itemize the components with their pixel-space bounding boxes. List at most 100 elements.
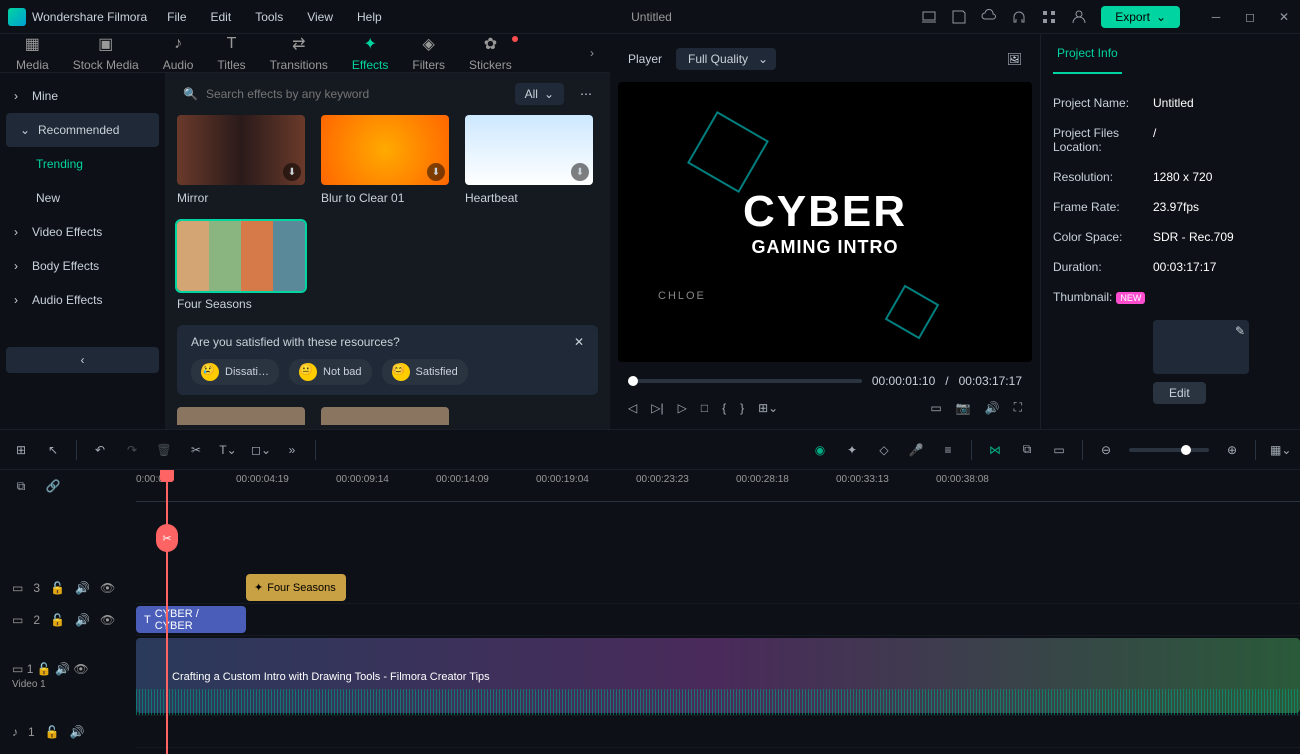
menu-tools[interactable]: Tools [255, 10, 283, 24]
effect-card[interactable]: ⬇ Blur to Clear 01 [321, 115, 449, 205]
progress-knob[interactable] [628, 376, 638, 386]
menu-view[interactable]: View [307, 10, 333, 24]
pencil-icon[interactable]: ✎ [1235, 324, 1245, 338]
download-icon[interactable]: ⬇ [427, 163, 445, 181]
sidebar-sub-new[interactable]: New [0, 181, 165, 215]
delete-button[interactable]: 🗑 [155, 443, 173, 457]
maximize-button[interactable]: ◻ [1242, 9, 1258, 25]
scissors-handle[interactable]: ✂ [156, 524, 178, 552]
volume-icon[interactable]: 🔊 [985, 401, 1000, 415]
play-button[interactable]: ▷ [678, 401, 687, 415]
mark-in-button[interactable]: { [722, 401, 726, 415]
shield-icon[interactable]: ◇ [875, 443, 893, 457]
video-preview[interactable]: CYBER GAMING INTRO CHLOE [618, 82, 1032, 362]
playhead[interactable]: ✂ [166, 470, 168, 754]
lock-icon[interactable]: 🔓 [50, 581, 65, 595]
project-info-tab[interactable]: Project Info [1053, 34, 1122, 74]
sidebar-item-recommended[interactable]: ⌄Recommended [6, 113, 159, 147]
sidebar-item-audio-effects[interactable]: ›Audio Effects [0, 283, 165, 317]
effect-card[interactable]: ⬇ Mirror [177, 115, 305, 205]
tab-media[interactable]: ▦Media [4, 34, 61, 72]
prev-frame-button[interactable]: ◁ [628, 401, 637, 415]
tab-titles[interactable]: TTitles [205, 34, 257, 72]
tab-audio[interactable]: ♪Audio [151, 34, 206, 72]
tab-filters[interactable]: ◈Filters [400, 34, 457, 72]
filter-dropdown[interactable]: All⌄ [515, 83, 564, 105]
cloud-icon[interactable] [981, 9, 997, 25]
eye-icon[interactable]: 👁 [73, 662, 88, 676]
download-icon[interactable]: ⬇ [283, 163, 301, 181]
tabs-more-button[interactable]: › [578, 46, 606, 60]
effect-card[interactable]: ⬇ Heartbeat [465, 115, 593, 205]
redo-button[interactable]: ↷ [123, 443, 141, 457]
lock-icon[interactable]: 🔓 [45, 725, 60, 739]
save-icon[interactable] [951, 9, 967, 25]
zoom-in-button[interactable]: ⊕ [1223, 443, 1241, 457]
fullscreen-icon[interactable]: ⛶ [1014, 400, 1022, 415]
stop-button[interactable]: □ [701, 401, 708, 415]
thumbnail-preview[interactable]: ✎ [1153, 320, 1249, 374]
close-button[interactable]: ✕ [1276, 9, 1292, 25]
lock-icon[interactable]: 🔓 [37, 662, 52, 676]
sidebar-item-video-effects[interactable]: ›Video Effects [0, 215, 165, 249]
next-frame-button[interactable]: ▷| [651, 401, 663, 415]
device-icon[interactable] [921, 9, 937, 25]
feedback-satisfied[interactable]: 😊Satisfied [382, 359, 468, 385]
track-lane-3[interactable]: ✦Four Seasons [136, 572, 1300, 604]
clip-effect[interactable]: ✦Four Seasons [246, 574, 346, 601]
timeline-ruler[interactable]: 0:00:00 00:00:04:19 00:00:09:14 00:00:14… [136, 470, 1300, 502]
layout-icon[interactable]: ⊞ [12, 443, 30, 457]
export-button[interactable]: Export ⌄ [1101, 6, 1180, 28]
more-options-button[interactable]: ⋯ [574, 87, 598, 101]
headphones-icon[interactable] [1011, 9, 1027, 25]
mute-icon[interactable]: 🔊 [70, 725, 85, 739]
track-view-button[interactable]: ▦⌄ [1270, 443, 1288, 457]
cut-button[interactable]: ✂ [187, 443, 205, 457]
sparkle-icon[interactable]: ✦ [843, 443, 861, 457]
sidebar-item-mine[interactable]: ›Mine [0, 79, 165, 113]
feedback-dissatisfied[interactable]: 😢Dissati… [191, 359, 279, 385]
sidebar-collapse-button[interactable]: ‹ [6, 347, 159, 373]
snapshot-icon[interactable]: 🖼 [1007, 52, 1022, 66]
menu-edit[interactable]: Edit [211, 10, 232, 24]
track-head-1[interactable]: ▭ 1 🔓 🔊 👁Video 1 [0, 636, 136, 716]
mark-out-button[interactable]: } [740, 401, 744, 415]
tab-effects[interactable]: ✦Effects [340, 34, 400, 72]
mic-icon[interactable]: 🎤 [907, 443, 925, 457]
zoom-slider[interactable] [1129, 448, 1209, 452]
zoom-out-button[interactable]: ⊖ [1097, 443, 1115, 457]
effect-card[interactable]: Four Seasons [177, 221, 305, 311]
more-tools-button[interactable]: » [283, 443, 301, 457]
lock-icon[interactable]: 🔓 [50, 613, 65, 627]
crop-button[interactable]: ◻⌄ [251, 443, 269, 457]
minimize-button[interactable]: ─ [1208, 9, 1224, 25]
display-button[interactable]: ▭ [930, 401, 941, 415]
camera-icon[interactable]: 📷 [956, 401, 971, 415]
pointer-icon[interactable]: ↖ [44, 443, 62, 457]
mute-icon[interactable]: 🔊 [55, 662, 70, 676]
zoom-knob[interactable] [1181, 445, 1191, 455]
text-button[interactable]: T⌄ [219, 443, 237, 457]
copy-icon[interactable]: ⧉ [12, 479, 30, 494]
magnet-icon[interactable]: ⋈ [986, 443, 1004, 457]
track-head-3[interactable]: ▭3🔓🔊👁 [0, 572, 136, 604]
progress-bar[interactable] [628, 379, 862, 383]
track-head-2[interactable]: ▭2🔓🔊👁 [0, 604, 136, 636]
mute-icon[interactable]: 🔊 [75, 581, 90, 595]
clip-title[interactable]: TCYBER / CYBER [136, 606, 246, 633]
eye-icon[interactable]: 👁 [100, 613, 115, 627]
tab-stock-media[interactable]: ▣Stock Media [61, 34, 151, 72]
close-icon[interactable]: ✕ [574, 335, 584, 349]
sidebar-sub-trending[interactable]: Trending [0, 147, 165, 181]
list-icon[interactable]: ≡ [939, 443, 957, 457]
ratio-button[interactable]: ⊞⌄ [758, 401, 778, 415]
tab-stickers[interactable]: ✿Stickers [457, 34, 524, 72]
playhead-handle[interactable] [160, 470, 174, 482]
menu-file[interactable]: File [167, 10, 186, 24]
track-head-audio[interactable]: ♪1🔓🔊 [0, 716, 136, 748]
sidebar-item-body-effects[interactable]: ›Body Effects [0, 249, 165, 283]
effect-card-partial[interactable] [177, 407, 305, 425]
track-lane-audio[interactable] [136, 716, 1300, 748]
menu-help[interactable]: Help [357, 10, 382, 24]
feedback-notbad[interactable]: 😐Not bad [289, 359, 372, 385]
